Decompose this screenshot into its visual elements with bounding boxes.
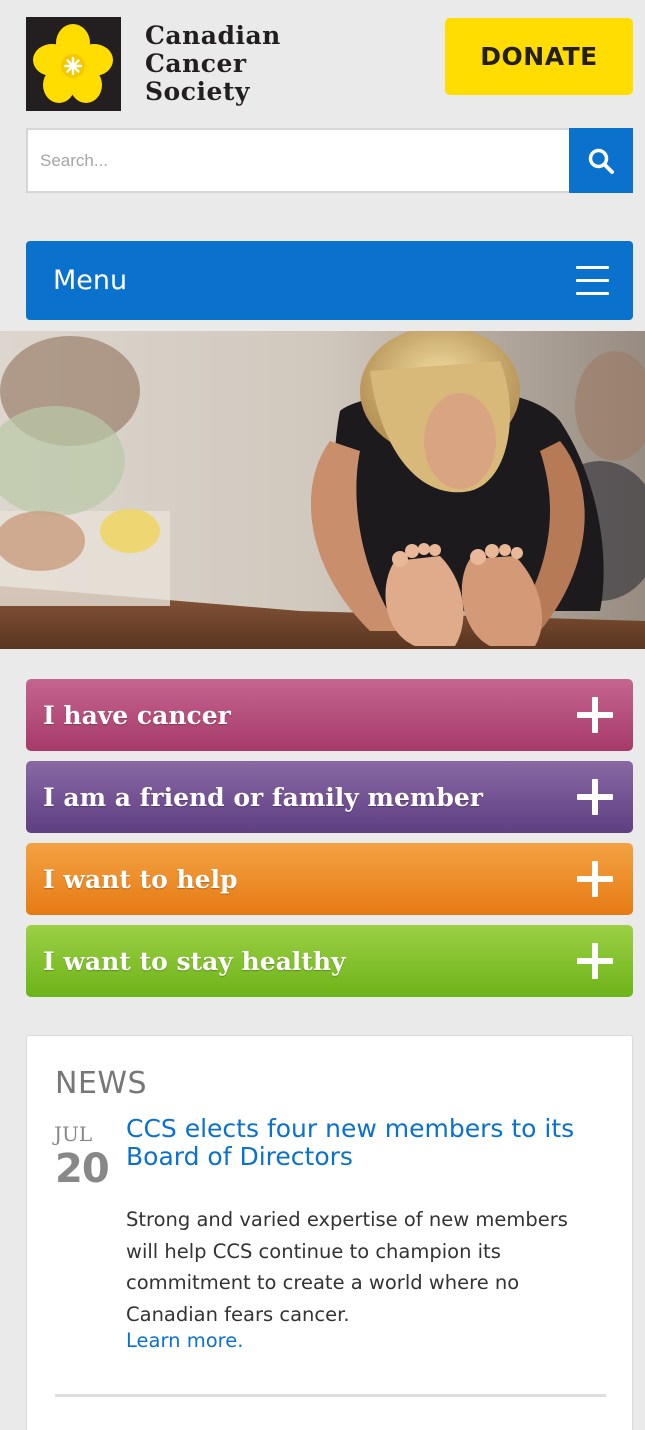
news-item-body: Strong and varied expertise of new membe…	[126, 1208, 568, 1326]
plus-icon	[577, 861, 613, 897]
logo-line-3: Society	[145, 77, 250, 106]
accordion-friend-or-family[interactable]: I am a friend or family member	[26, 761, 633, 833]
daffodil-icon	[26, 17, 121, 111]
learn-more-link[interactable]: Learn more.	[126, 1329, 243, 1352]
search-input[interactable]	[26, 128, 569, 193]
accordion-label: I am a friend or family member	[43, 782, 483, 812]
donate-button[interactable]: DONATE	[445, 18, 633, 95]
plus-icon	[577, 779, 613, 815]
divider	[55, 1394, 606, 1397]
news-date-day: 20	[55, 1146, 110, 1192]
menu-toggle[interactable]: Menu	[26, 241, 633, 320]
logo-line-2: Cancer	[145, 49, 247, 78]
menu-label: Menu	[53, 265, 128, 296]
site-header: Canadian Cancer Society DONATE	[0, 0, 645, 120]
accordion-label: I want to stay healthy	[43, 946, 346, 976]
accordion-i-have-cancer[interactable]: I have cancer	[26, 679, 633, 751]
accordion-want-to-help[interactable]: I want to help	[26, 843, 633, 915]
search-button[interactable]	[569, 128, 633, 193]
news-item-title[interactable]: CCS elects four new members to its Board…	[126, 1115, 596, 1171]
plus-icon	[577, 697, 613, 733]
logo[interactable]: Canadian Cancer Society	[26, 17, 281, 111]
search-bar	[26, 128, 633, 193]
news-heading: NEWS	[55, 1066, 148, 1101]
accordion-label: I have cancer	[43, 700, 231, 730]
hero-image	[0, 331, 645, 649]
accordion-stay-healthy[interactable]: I want to stay healthy	[26, 925, 633, 997]
search-icon	[588, 148, 614, 174]
news-panel: NEWS JUL 20 CCS elects four new members …	[26, 1035, 633, 1430]
accordion-label: I want to help	[43, 864, 238, 894]
hamburger-icon	[576, 266, 609, 295]
plus-icon	[577, 943, 613, 979]
logo-wordmark: Canadian Cancer Society	[145, 22, 281, 106]
news-date-month: JUL	[54, 1122, 93, 1146]
logo-line-1: Canadian	[145, 21, 281, 50]
